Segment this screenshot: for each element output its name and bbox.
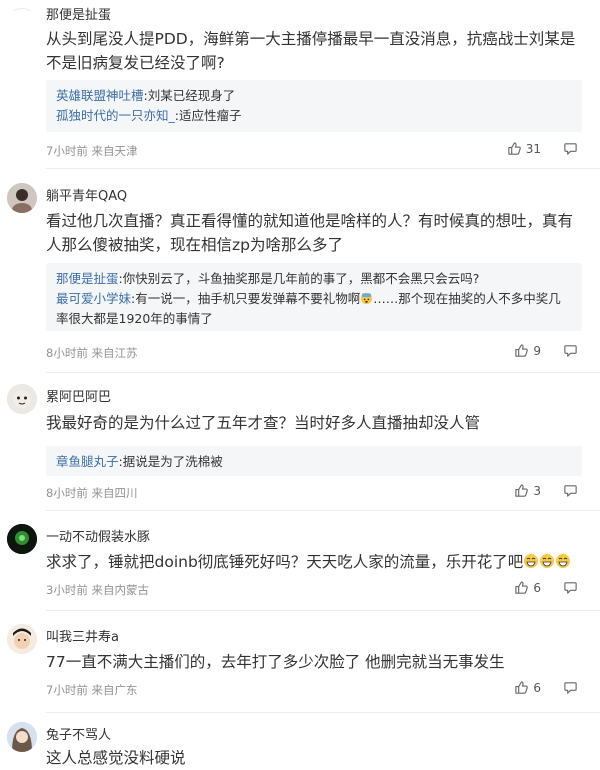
comment-item: 那便是扯蛋 从头到尾没人提PDD，海鲜第一大主播停播最早一直没消息，抗癌战士刘某… bbox=[0, 0, 600, 170]
comment-content: 求求了，锤就把doinb彻底锤死好吗？天天吃人家的流量，乐开花了吧😁😁😁 bbox=[46, 550, 586, 574]
comment-time: 8小时前 bbox=[46, 486, 88, 500]
grinning-face-icon bbox=[555, 553, 571, 569]
comment-meta: 7小时前 来自天津 bbox=[46, 143, 137, 159]
comment-content: 77一直不满大主播们的，去年打了多少次脸了 他删完就当无事发生 bbox=[46, 653, 505, 671]
comment-content: 看过他几次直播？真正看得懂的就知道他是啥样的人？有时候真的想吐，真有人那么傻被抽… bbox=[46, 212, 574, 254]
like-button[interactable]: 6 bbox=[514, 580, 541, 595]
comment-username[interactable]: 累阿巴阿巴 bbox=[46, 386, 111, 405]
thumbs-up-icon bbox=[514, 343, 529, 358]
comment-time: 7小时前 bbox=[46, 144, 88, 158]
comment-item: 一动不动假装水豚 求求了，锤就把doinb彻底锤死好吗？天天吃人家的流量，乐开花… bbox=[0, 516, 600, 616]
reply-list[interactable]: 英雄联盟神吐槽:刘某已经现身了 孤独时代的一只亦知_:适应性瘤子 bbox=[46, 80, 582, 132]
comment-username[interactable]: 兔子不骂人 bbox=[46, 724, 111, 743]
reply-username[interactable]: 最可爱小学妹 bbox=[56, 291, 131, 306]
thumbs-up-icon bbox=[507, 141, 522, 156]
divider bbox=[46, 610, 600, 611]
avatar[interactable] bbox=[7, 624, 37, 654]
divider bbox=[46, 372, 600, 373]
like-count: 31 bbox=[525, 141, 541, 156]
comment-location: 来自内蒙古 bbox=[91, 583, 149, 597]
reply-username[interactable]: 孤独时代的一只亦知_ bbox=[56, 108, 175, 123]
comment-item: 躺平青年QAQ 看过他几次直播？真正看得懂的就知道他是啥样的人？有时候真的想吐，… bbox=[0, 175, 600, 373]
reply-item: 英雄联盟神吐槽:刘某已经现身了 bbox=[56, 86, 572, 106]
comment-meta: 3小时前 来自内蒙古 bbox=[46, 582, 149, 598]
reply-item: 孤独时代的一只亦知_:适应性瘤子 bbox=[56, 106, 572, 126]
comment-location: 来自江苏 bbox=[91, 346, 138, 360]
like-count: 6 bbox=[533, 680, 541, 695]
fearful-face-icon bbox=[360, 292, 373, 305]
like-count: 6 bbox=[533, 580, 541, 595]
reply-username[interactable]: 那便是扯蛋 bbox=[56, 271, 119, 286]
grinning-face-icon bbox=[523, 553, 539, 569]
comment-bubble-icon[interactable] bbox=[563, 141, 578, 156]
comment-time: 7小时前 bbox=[46, 683, 88, 697]
comment-location: 来自天津 bbox=[91, 144, 138, 158]
comment-meta: 8小时前 来自江苏 bbox=[46, 345, 137, 361]
reply-item: 那便是扯蛋:你快别云了，斗鱼抽奖那是几年前的事了，黑都不会黑只会云吗? bbox=[56, 269, 572, 289]
comment-item: 叫我三井寿a 77一直不满大主播们的，去年打了多少次脸了 他删完就当无事发生 7… bbox=[0, 616, 600, 713]
comment-actions: 6 bbox=[514, 680, 578, 695]
comment-actions: 9 bbox=[514, 343, 578, 358]
like-button[interactable]: 6 bbox=[514, 680, 541, 695]
comment-item: 累阿巴阿巴 我最好奇的是为什么过了五年才查？当时好多人直播抽却没人管 章鱼腿丸子… bbox=[0, 379, 600, 511]
comment-meta: 8小时前 来自四川 bbox=[46, 485, 137, 501]
reply-item: 最可爱小学妹:有一说一，抽手机只要发弹幕不要礼物啊 ……那个现在抽奖的人不多中奖几… bbox=[56, 289, 572, 329]
reply-username[interactable]: 英雄联盟神吐槽 bbox=[56, 88, 144, 103]
reply-text: :你快别云了，斗鱼抽奖那是几年前的事了，黑都不会黑只会云吗? bbox=[118, 271, 480, 286]
reply-text: :据说是为了洗棉被 bbox=[118, 454, 223, 469]
comment-time: 3小时前 bbox=[46, 583, 88, 597]
comment-bubble-icon[interactable] bbox=[563, 343, 578, 358]
like-count: 9 bbox=[533, 343, 541, 358]
like-button[interactable]: 3 bbox=[514, 483, 541, 498]
comment-username[interactable]: 叫我三井寿a bbox=[46, 626, 119, 645]
avatar[interactable] bbox=[7, 2, 37, 32]
comment-content: 我最好奇的是为什么过了五年才查？当时好多人直播抽却没人管 bbox=[46, 414, 481, 432]
comment-actions: 3 bbox=[514, 483, 578, 498]
like-button[interactable]: 31 bbox=[507, 141, 541, 156]
avatar[interactable] bbox=[7, 384, 37, 414]
thumbs-up-icon bbox=[514, 483, 529, 498]
comment-item: 兔子不骂人 这人总感觉没料硬说 bbox=[0, 716, 600, 768]
comment-content: 从头到尾没人提PDD，海鲜第一大主播停播最早一直没消息，抗癌战士刘某是不是旧病复… bbox=[46, 30, 576, 72]
reply-list[interactable]: 那便是扯蛋:你快别云了，斗鱼抽奖那是几年前的事了，黑都不会黑只会云吗? 最可爱小… bbox=[46, 263, 582, 331]
grinning-face-icon bbox=[539, 553, 555, 569]
comment-location: 来自广东 bbox=[91, 683, 138, 697]
reply-text: :有一说一，抽手机只要发弹幕不要礼物啊 bbox=[131, 291, 361, 306]
comment-location: 来自四川 bbox=[91, 486, 138, 500]
thumbs-up-icon bbox=[514, 680, 529, 695]
divider bbox=[46, 712, 600, 713]
comment-username[interactable]: 一动不动假装水豚 bbox=[46, 526, 150, 545]
comment-meta: 7小时前 来自广东 bbox=[46, 682, 137, 698]
comment-bubble-icon[interactable] bbox=[563, 580, 578, 595]
comment-username[interactable]: 那便是扯蛋 bbox=[46, 4, 111, 23]
reply-item: 章鱼腿丸子:据说是为了洗棉被 bbox=[56, 452, 572, 472]
comment-content: 这人总感觉没料硬说 bbox=[46, 749, 186, 767]
comment-bubble-icon[interactable] bbox=[563, 483, 578, 498]
reply-text: :刘某已经现身了 bbox=[143, 88, 236, 103]
comment-time: 8小时前 bbox=[46, 346, 88, 360]
reply-list[interactable]: 章鱼腿丸子:据说是为了洗棉被 bbox=[46, 446, 582, 476]
divider bbox=[46, 510, 600, 511]
divider bbox=[46, 168, 600, 169]
comment-username[interactable]: 躺平青年QAQ bbox=[46, 185, 127, 204]
comment-bubble-icon[interactable] bbox=[563, 680, 578, 695]
comment-actions: 31 bbox=[507, 141, 578, 156]
avatar[interactable] bbox=[7, 524, 37, 554]
avatar[interactable] bbox=[7, 722, 37, 752]
reply-username[interactable]: 章鱼腿丸子 bbox=[56, 454, 119, 469]
avatar[interactable] bbox=[7, 183, 37, 213]
thumbs-up-icon bbox=[514, 580, 529, 595]
comment-text: 求求了，锤就把doinb彻底锤死好吗？天天吃人家的流量，乐开花了吧 bbox=[46, 553, 524, 571]
like-count: 3 bbox=[533, 483, 541, 498]
like-button[interactable]: 9 bbox=[514, 343, 541, 358]
comment-actions: 6 bbox=[514, 580, 578, 595]
reply-text: :适应性瘤子 bbox=[174, 108, 242, 123]
